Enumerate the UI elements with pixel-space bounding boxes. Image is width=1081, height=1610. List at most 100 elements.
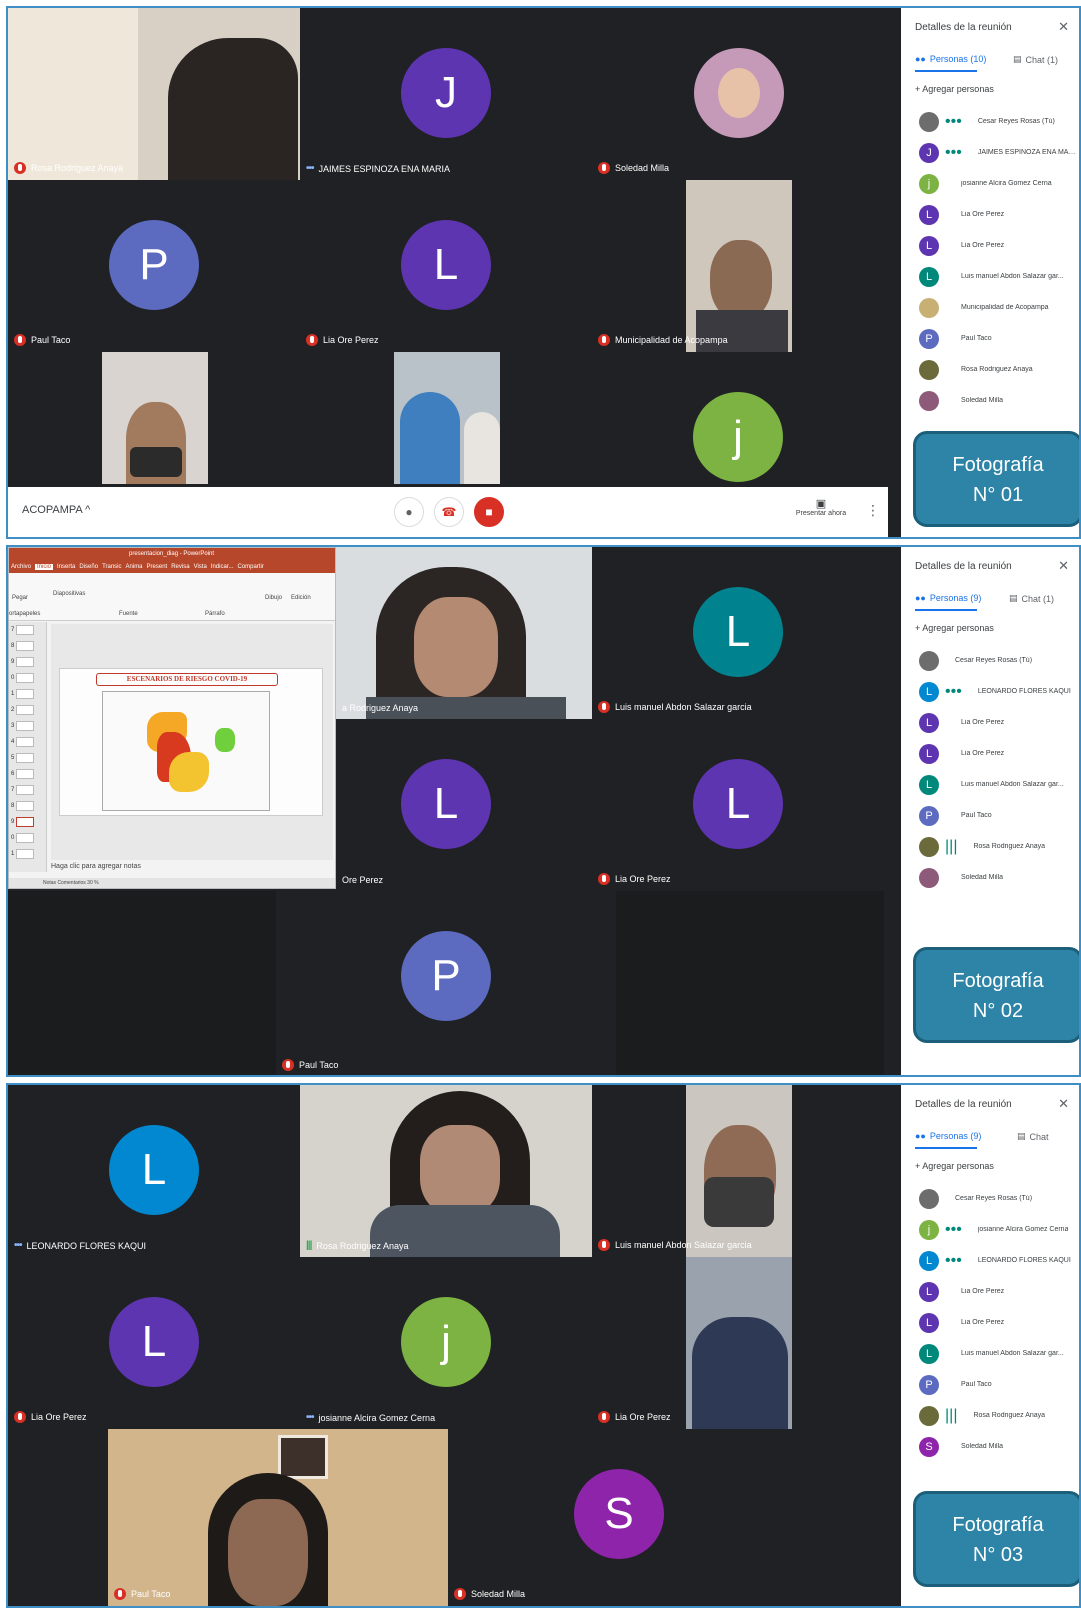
participant-row[interactable]: L Luis manuel Abdon Salazar gar... [901, 1338, 1079, 1369]
participant-row[interactable]: Rosa Rodriguez Anaya [901, 354, 1079, 385]
video-tile[interactable]: L Lia Ore Perez [8, 1257, 300, 1429]
tab-chat[interactable]: ▤ Chat (1) [1009, 593, 1054, 604]
slide-thumbnail[interactable]: 3 [9, 718, 46, 734]
participant-row[interactable]: ••• Cesar Reyes Rosas (Tú) [901, 106, 1079, 137]
participant-row[interactable]: L ••• LEONARDO FLORES KAQUI [901, 1245, 1079, 1276]
slide-thumbnail[interactable]: 9 [9, 814, 46, 830]
slide-thumbnail[interactable]: 7 [9, 782, 46, 798]
slide-thumbnail[interactable]: 6 [9, 766, 46, 782]
participant-row[interactable]: L Luis manuel Abdon Salazar gar... [901, 769, 1079, 800]
participant-row[interactable]: L Lia Ore Perez [901, 1276, 1079, 1307]
mic-button[interactable]: ● [394, 497, 424, 527]
slide-thumbnail[interactable]: 7 [9, 622, 46, 638]
close-icon[interactable]: ✕ [1058, 19, 1069, 35]
participant-row[interactable]: L Lia Ore Perez [901, 1307, 1079, 1338]
video-tile[interactable]: Paul Taco [8, 1429, 448, 1606]
video-tile[interactable]: S Soledad Milla [448, 1429, 884, 1606]
slide-editor[interactable]: ESCENARIOS DE RIESGO COVID-19 [51, 624, 333, 860]
participant-row[interactable]: P Paul Taco [901, 800, 1079, 831]
menu-item[interactable]: Archivo [11, 564, 31, 570]
participant-row[interactable]: j ••• josianne Alcira Gomez Cerna [901, 1214, 1079, 1245]
slide-thumbnail[interactable]: 0 [9, 670, 46, 686]
participant-row[interactable]: j josianne Alcira Gomez Cerna [901, 168, 1079, 199]
participant-row[interactable]: L Lia Ore Perez [901, 738, 1079, 769]
meeting-details-button[interactable]: ACOPAMPA ^ [22, 504, 90, 516]
video-tile[interactable]: j ••• josianne Alcira Gomez Cerna [300, 1257, 592, 1429]
slide-thumbnail[interactable]: 4 [9, 734, 46, 750]
participant-row[interactable]: Soledad Milla [901, 385, 1079, 416]
add-people-button[interactable]: + Agregar personas [915, 84, 994, 94]
video-tile[interactable]: P Paul Taco [276, 891, 616, 1075]
participant-row[interactable]: P Paul Taco [901, 323, 1079, 354]
slide-thumbnail[interactable]: 1 [9, 846, 46, 862]
menu-item[interactable]: Inicio [35, 564, 54, 570]
participant-row[interactable]: L Lia Ore Perez [901, 230, 1079, 261]
slide[interactable]: ESCENARIOS DE RIESGO COVID-19 [59, 668, 323, 816]
slide-thumbnail[interactable]: 9 [9, 654, 46, 670]
video-tile[interactable]: Municipalidad de Acopampa [592, 180, 884, 352]
tab-people[interactable]: ●● Personas (9) [915, 1131, 981, 1141]
add-people-button[interactable]: + Agregar personas [915, 1161, 994, 1171]
participant-row[interactable]: L ••• LEONARDO FLORES KAQUI [901, 676, 1079, 707]
slide-thumbnail[interactable]: 5 [9, 750, 46, 766]
menu-item[interactable]: Revisa [171, 564, 189, 570]
tab-people[interactable]: ●● Personas (10) [915, 54, 986, 64]
slide-thumbnail[interactable]: 8 [9, 798, 46, 814]
menu-item[interactable]: Present [147, 564, 168, 570]
video-tile[interactable]: Soledad Milla [592, 8, 884, 180]
video-tile[interactable]: J ••• JAIMES ESPINOZA ENA MARIA [300, 8, 592, 180]
video-tile[interactable]: Luis manuel Abdon Salazar garcia [592, 1085, 884, 1257]
participant-row[interactable]: ||| Rosa Rodriguez Anaya [901, 1400, 1079, 1431]
slide-thumbnail[interactable]: 2 [9, 702, 46, 718]
video-tile[interactable]: Lia Ore Perez [592, 1257, 884, 1429]
video-tile[interactable]: L ••• LEONARDO FLORES KAQUI [8, 1085, 300, 1257]
video-tile[interactable] [300, 352, 592, 484]
close-icon[interactable]: ✕ [1058, 558, 1069, 574]
video-tile[interactable]: Rosa Rodriguez Anaya [8, 8, 300, 180]
participant-row[interactable]: Cesar Reyes Rosas (Tú) [901, 1183, 1079, 1214]
video-tile[interactable]: P Paul Taco [8, 180, 300, 352]
participant-row[interactable]: ||| Rosa Rodriguez Anaya [901, 831, 1079, 862]
slide-thumbnail[interactable]: 1 [9, 686, 46, 702]
video-tile[interactable]: L Ore Perez [336, 719, 592, 891]
tab-people[interactable]: ●● Personas (9) [915, 593, 981, 603]
slide-thumbnails[interactable]: 7 8 9 0 1 2 3 4 5 6 7 8 9 0 1 [9, 622, 47, 872]
video-tile[interactable]: L Lia Ore Perez [300, 180, 592, 352]
video-tile[interactable]: ||| Rosa Rodriguez Anaya [300, 1085, 592, 1257]
participant-row[interactable]: L Lia Ore Perez [901, 199, 1079, 230]
menu-item[interactable]: Anima [126, 564, 143, 570]
powerpoint-window[interactable]: presentacion_diag - PowerPoint Archivo I… [8, 547, 336, 889]
ribbon-button[interactable]: Edición [291, 595, 311, 601]
hang-up-button[interactable]: ☎ [434, 497, 464, 527]
tab-chat[interactable]: ▤ Chat [1017, 1131, 1049, 1142]
menu-item[interactable]: Diseño [79, 564, 98, 570]
ribbon-button[interactable]: Diapositivas [53, 591, 85, 597]
participant-row[interactable]: L Luis manuel Abdon Salazar gar... [901, 261, 1079, 292]
participant-row[interactable]: P Paul Taco [901, 1369, 1079, 1400]
menu-item[interactable]: Compartir [237, 564, 263, 570]
participant-row[interactable]: J ••• JAIMES ESPINOZA ENA MARIA [901, 137, 1079, 168]
menu-item[interactable]: Indicar... [211, 564, 234, 570]
close-icon[interactable]: ✕ [1058, 1096, 1069, 1112]
notes-pane[interactable]: Haga clic para agregar notas [51, 863, 141, 870]
menu-item[interactable]: Vista [194, 564, 207, 570]
menu-item[interactable]: Inserta [57, 564, 75, 570]
video-tile[interactable] [8, 352, 300, 484]
participant-row[interactable]: Municipalidad de Acopampa [901, 292, 1079, 323]
camera-button[interactable]: ■ [474, 497, 504, 527]
video-tile[interactable]: a Rodriguez Anaya [336, 547, 592, 719]
tab-chat[interactable]: ▤ Chat (1) [1013, 54, 1058, 65]
video-tile[interactable]: L Luis manuel Abdon Salazar garcia [592, 547, 884, 719]
video-tile[interactable]: L Lia Ore Perez [592, 719, 884, 891]
present-now-button[interactable]: ▣ Presentar ahora [786, 497, 856, 517]
menu-item[interactable]: Transic [102, 564, 121, 570]
ribbon-button[interactable]: Pegar [12, 595, 28, 601]
video-tile[interactable]: j [592, 352, 884, 484]
slide-thumbnail[interactable]: 0 [9, 830, 46, 846]
slide-thumbnail[interactable]: 8 [9, 638, 46, 654]
participant-row[interactable]: S Soledad Milla [901, 1431, 1079, 1462]
more-options-button[interactable]: ⋮ [866, 502, 880, 519]
ribbon-button[interactable]: Dibujo [265, 595, 282, 601]
add-people-button[interactable]: + Agregar personas [915, 623, 994, 633]
participant-row[interactable]: Soledad Milla [901, 862, 1079, 893]
